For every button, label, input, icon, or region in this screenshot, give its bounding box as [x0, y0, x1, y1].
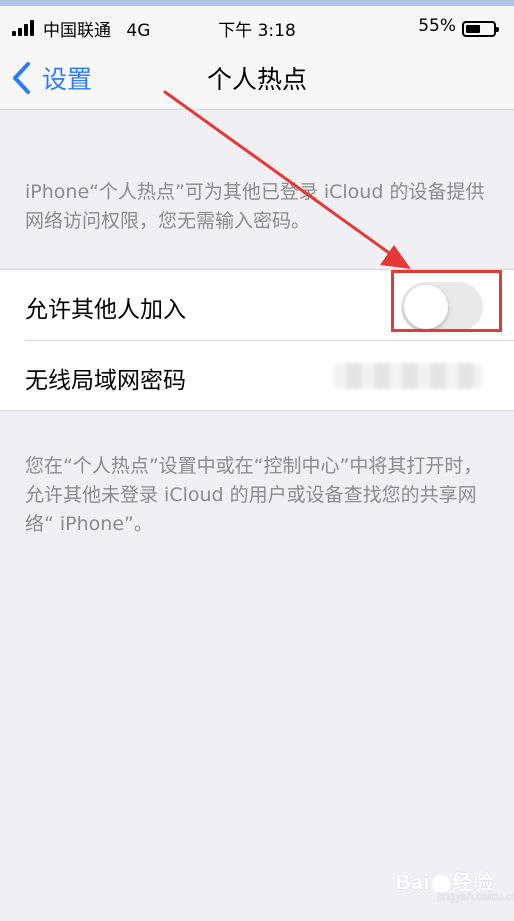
watermark-url: jingyan.baidu.com: [438, 891, 514, 903]
baidu-watermark: Bai经验 jingyan.baidu.com: [396, 866, 514, 903]
wifi-password-row[interactable]: 无线局域网密码: [0, 341, 514, 411]
watermark-brand: Bai: [396, 872, 431, 894]
navigation-bar: 设置 个人热点: [0, 48, 514, 110]
battery-level: [466, 25, 480, 33]
blurred-password-value: [333, 363, 483, 389]
settings-group: 允许其他人加入 无线局域网密码: [0, 269, 514, 411]
allow-others-label: 允许其他人加入: [25, 297, 186, 323]
hotspot-description: iPhone“个人热点”可为其他已登录 iCloud 的设备提供网络访问权限，您…: [25, 181, 485, 232]
battery-percent: 55%: [418, 16, 456, 36]
wifi-password-label: 无线局域网密码: [25, 368, 186, 394]
allow-others-row: 允许其他人加入: [0, 270, 514, 341]
battery-icon: [462, 21, 499, 37]
status-bar: 中国联通 4G 下午 3:18 55%: [0, 6, 514, 48]
page-title: 个人热点: [206, 65, 307, 94]
allow-others-toggle[interactable]: [401, 282, 483, 332]
toggle-knob: [404, 285, 448, 329]
hotspot-footer-description: 您在“个人热点”设置中或在“控制中心”中将其打开时，允许其他未登录 iCloud…: [25, 455, 483, 535]
